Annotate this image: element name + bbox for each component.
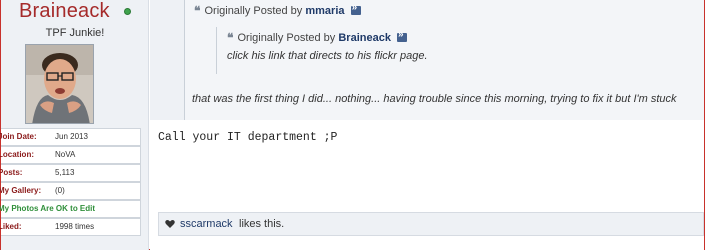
quote-icon: ❝ [227, 31, 234, 45]
quote-outer-header: ❝ Originally Posted by mmaria [194, 2, 361, 18]
user-title: TPF Junkie! [45, 27, 105, 39]
quote-block-outer: ❝Originally Posted by mmaria ❝Originally… [150, 0, 704, 120]
heart-icon [165, 219, 175, 228]
stat-value: NoVA [55, 150, 76, 159]
stat-label: Join Date: [0, 132, 37, 141]
avatar[interactable] [25, 44, 94, 124]
stat-value[interactable]: (0) [55, 183, 65, 199]
quote-inner-header: ❝ Originally Posted by Braineack [227, 29, 408, 45]
stat-label: Location: [0, 150, 34, 159]
user-stats: Join Date: Jun 2013 Location: NoVA Posts… [0, 128, 141, 236]
quote-inner-text: click his link that directs to his flick… [227, 50, 428, 62]
stat-value[interactable]: 5,113 [55, 165, 74, 181]
avatar-image [26, 45, 93, 123]
stat-gallery: My Gallery: (0) [0, 182, 141, 200]
likes-user-link[interactable]: sscarmack [180, 213, 233, 235]
post-message: Call your IT department ;P [158, 131, 338, 144]
username-row: Braineack [1, 0, 149, 24]
stat-posts: Posts: 5,113 [0, 164, 141, 182]
quote-prefix: Originally Posted by [204, 5, 303, 17]
user-info-panel: Braineack TPF Junkie! Join Date: Jun 201… [0, 0, 149, 250]
stat-join-date: Join Date: Jun 2013 [0, 128, 141, 146]
stat-label: Posts: [0, 168, 23, 177]
stat-label: Liked: [0, 222, 22, 231]
quote-block-inner: ❝Originally Posted by Braineack click hi… [216, 27, 704, 74]
quote-prefix: Originally Posted by [237, 32, 336, 44]
online-status-icon [124, 8, 131, 15]
stat-label: My Gallery: [0, 186, 42, 195]
stat-liked: Liked: 1998 times [0, 218, 141, 236]
post-frame: Braineack TPF Junkie! Join Date: Jun 201… [0, 0, 705, 250]
quote-outer-text: that was the first thing I did... nothin… [192, 93, 677, 105]
likes-bar: sscarmack likes this. [158, 212, 704, 236]
goto-post-icon[interactable] [350, 2, 361, 15]
goto-post-icon[interactable] [397, 29, 408, 42]
username-link[interactable]: Braineack [19, 0, 110, 23]
stat-location: Location: NoVA [0, 146, 141, 164]
stat-photos-ok-to-edit: My Photos Are OK to Edit [0, 200, 141, 218]
likes-suffix: likes this. [239, 218, 285, 230]
quote-author: Braineack [338, 32, 391, 44]
stat-label: My Photos Are OK to Edit [0, 204, 96, 213]
post-content: ❝Originally Posted by mmaria ❝Originally… [150, 0, 704, 250]
quote-author: mmaria [305, 5, 345, 17]
stat-value: Jun 2013 [55, 132, 88, 141]
quote-icon: ❝ [194, 4, 201, 18]
stat-value: 1998 times [55, 222, 95, 231]
